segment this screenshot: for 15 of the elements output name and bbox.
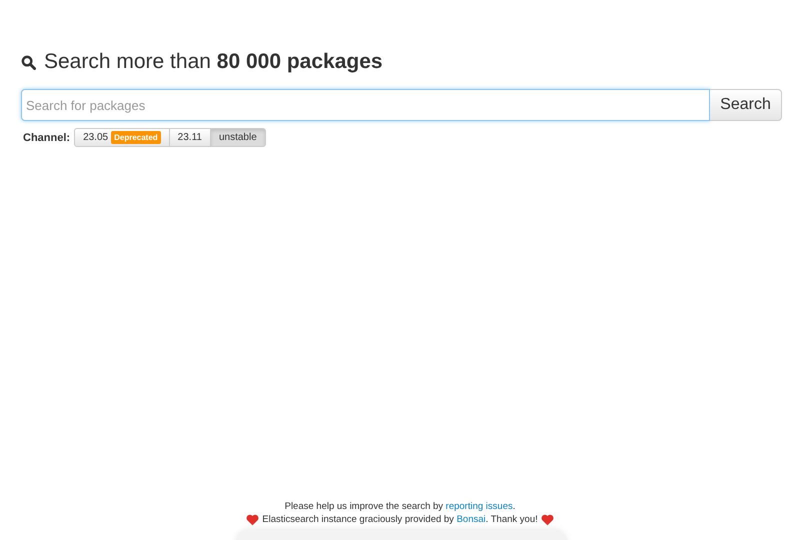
deprecated-badge: Deprecated <box>111 131 161 144</box>
footer-link[interactable]: reporting issues <box>446 501 513 512</box>
heart-icon <box>246 514 260 526</box>
channel-option[interactable]: 23.05 Deprecated <box>74 128 170 147</box>
search-button[interactable]: Search <box>710 89 782 121</box>
heart-icon <box>540 514 554 526</box>
footer-link[interactable]: Bonsai <box>456 514 486 524</box>
channel-option[interactable]: 23.11 <box>168 128 211 147</box>
channel-option[interactable]: unstable <box>210 128 266 147</box>
footer-text: Elasticsearch instance graciously provided by Bonsai. Thank you! <box>262 514 538 526</box>
channel-label: Channel: <box>23 132 70 144</box>
search-icon <box>21 54 36 70</box>
search-field[interactable]: Search for packages <box>21 89 710 121</box>
page-heading: Search more than 80 000 packages <box>44 50 383 74</box>
footer-text: Please help us improve the search by reporting issues. <box>284 501 516 514</box>
